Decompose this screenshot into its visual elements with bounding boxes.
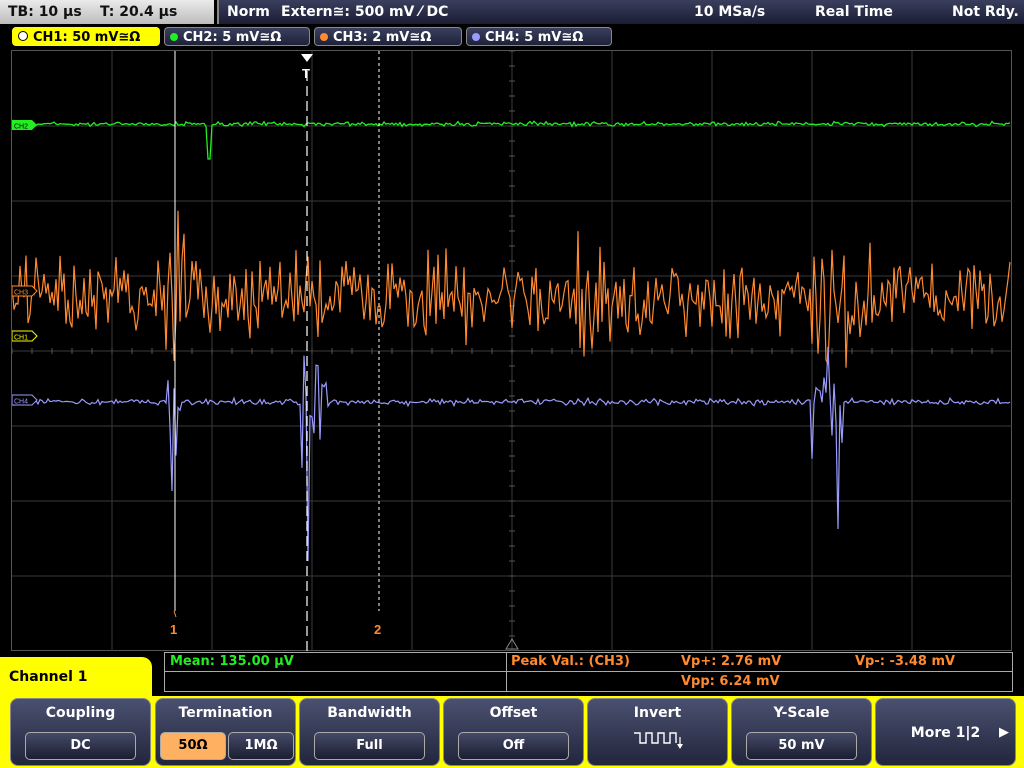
- ch1-label: CH1: 50 mV≅Ω: [33, 30, 141, 45]
- vpp-measurement: Vpp: 6.24 mV: [681, 674, 780, 689]
- tab-ch3[interactable]: CH3: 2 mV≅Ω: [314, 27, 462, 46]
- more-softkey[interactable]: More 1|2 ▶: [875, 698, 1016, 766]
- ch4-waveform: [12, 346, 1011, 562]
- svg-text:CH3: CH3: [14, 290, 28, 297]
- ch1-indicator-icon: [18, 31, 28, 41]
- termination-50-ohm-option[interactable]: 50Ω: [160, 732, 226, 760]
- timebase-panel[interactable]: TB: 10 µs T: 20.4 µs: [0, 0, 214, 24]
- trigger-source: Extern≅: 500 mV ⁄ DC: [281, 4, 449, 20]
- ch3-label: CH3: 2 mV≅Ω: [333, 30, 432, 45]
- measurement-panel: Mean: 135.00 µV Peak Val.: (CH3) Vp+: 2.…: [164, 652, 1013, 692]
- coupling-value: DC: [25, 732, 136, 760]
- offset-title: Offset: [489, 705, 538, 721]
- tab-ch4[interactable]: CH4: 5 mV≅Ω: [466, 27, 612, 46]
- yscale-title: Y-Scale: [773, 705, 830, 721]
- measurement-divider: [165, 671, 1012, 672]
- peak-measurement-label: Peak Val.: (CH3): [511, 654, 630, 669]
- ch3-ground-tag[interactable]: CH3: [12, 285, 38, 297]
- channel-tab-bar: CH1: 50 mV≅Ω CH2: 5 mV≅Ω CH3: 2 mV≅Ω CH4…: [0, 27, 1024, 47]
- bandwidth-softkey[interactable]: Bandwidth Full: [299, 698, 440, 766]
- yscale-value: 50 mV: [746, 732, 857, 760]
- offset-value: Off: [458, 732, 569, 760]
- ch2-waveform: [12, 120, 1011, 160]
- invert-title: Invert: [633, 705, 682, 721]
- timebase-readout: TB: 10 µs: [8, 4, 82, 20]
- ch3-indicator-icon: [320, 33, 328, 41]
- trigger-mode: Norm: [227, 4, 270, 20]
- measurement-divider: [506, 653, 507, 691]
- status-bar: TB: 10 µs T: 20.4 µs Norm Extern≅: 500 m…: [0, 0, 1024, 24]
- vp-plus-measurement: Vp+: 2.76 mV: [681, 654, 782, 669]
- cursor-1-label: 1: [170, 622, 177, 637]
- waveform-canvas: 1 2 T CH2 CH3 CH1 CH4: [12, 51, 1012, 651]
- sample-rate: 10 MSa/s: [694, 4, 766, 20]
- ch4-ground-tag[interactable]: CH4: [12, 394, 38, 406]
- waveform-display[interactable]: 1 2 T CH2 CH3 CH1 CH4: [11, 50, 1012, 651]
- svg-text:CH2: CH2: [14, 124, 28, 131]
- bandwidth-value: Full: [314, 732, 425, 760]
- tab-ch2[interactable]: CH2: 5 mV≅Ω: [164, 27, 310, 46]
- mean-measurement: Mean: 135.00 µV: [170, 654, 294, 669]
- cursor-2-label: 2: [374, 622, 381, 637]
- ch2-ground-tag[interactable]: CH2: [12, 120, 37, 131]
- svg-text:CH4: CH4: [14, 399, 28, 406]
- acquisition-mode: Real Time: [815, 4, 893, 20]
- vp-minus-measurement: Vp-: -3.48 mV: [855, 654, 956, 669]
- cursor-1-tick: [173, 610, 177, 618]
- offset-softkey[interactable]: Offset Off: [443, 698, 584, 766]
- graticule: [12, 51, 1012, 651]
- ch1-ground-tag[interactable]: CH1: [12, 330, 38, 342]
- trigger-panel[interactable]: Norm Extern≅: 500 mV ⁄ DC 10 MSa/s Real …: [217, 0, 1024, 24]
- ch4-label: CH4: 5 mV≅Ω: [485, 30, 584, 45]
- trigger-time-readout: T: 20.4 µs: [100, 4, 178, 20]
- svg-text:CH1: CH1: [14, 335, 28, 342]
- more-label: More 1|2: [910, 725, 981, 741]
- ch2-label: CH2: 5 mV≅Ω: [183, 30, 282, 45]
- trigger-marker-label: T: [302, 66, 310, 81]
- ch2-indicator-icon: [170, 33, 178, 41]
- ch3-waveform: [12, 210, 1011, 368]
- bandwidth-title: Bandwidth: [327, 705, 412, 721]
- termination-1m-ohm-option[interactable]: 1MΩ: [228, 732, 294, 760]
- coupling-title: Coupling: [45, 705, 116, 721]
- ch4-indicator-icon: [472, 33, 480, 41]
- yscale-softkey[interactable]: Y-Scale 50 mV: [731, 698, 872, 766]
- tab-ch1[interactable]: CH1: 50 mV≅Ω: [12, 27, 160, 46]
- termination-title: Termination: [178, 705, 273, 721]
- acquisition-status: Not Rdy.: [952, 4, 1019, 20]
- invert-waveform-icon: [633, 732, 683, 749]
- next-page-icon: ▶: [999, 725, 1009, 740]
- trigger-position-icon[interactable]: [301, 54, 313, 62]
- menu-title: Channel 1: [0, 657, 152, 697]
- termination-softkey[interactable]: Termination 50Ω 1MΩ: [155, 698, 296, 766]
- softkey-bar: Coupling DC Termination 50Ω 1MΩ Bandwidt…: [0, 696, 1024, 768]
- coupling-softkey[interactable]: Coupling DC: [10, 698, 151, 766]
- invert-softkey[interactable]: Invert: [587, 698, 728, 766]
